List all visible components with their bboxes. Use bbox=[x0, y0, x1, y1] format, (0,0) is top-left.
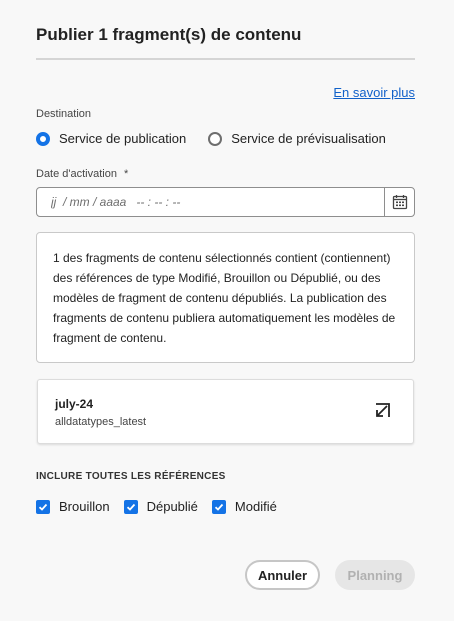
required-asterisk: * bbox=[124, 168, 129, 180]
radio-publish-service-label: Service de publication bbox=[59, 131, 187, 146]
learn-more-link[interactable]: En savoir plus bbox=[333, 85, 415, 100]
open-in-icon bbox=[376, 403, 390, 417]
title-divider bbox=[36, 58, 415, 60]
open-fragment-button[interactable] bbox=[373, 402, 391, 420]
checkmark-icon bbox=[126, 503, 135, 511]
publish-dialog: Publier 1 fragment(s) de contenu En savo… bbox=[0, 0, 454, 621]
destination-radio-group: Service de publication Service de prévis… bbox=[36, 131, 408, 146]
destination-label: Destination bbox=[36, 108, 92, 120]
activation-date-label-text: Date d'activation bbox=[36, 168, 117, 180]
checkbox-unpublished-label: Dépublié bbox=[146, 499, 198, 514]
radio-publish-service[interactable]: Service de publication bbox=[36, 131, 186, 146]
radio-preview-service[interactable]: Service de prévisualisation bbox=[208, 131, 386, 146]
checkbox-unpublished-box bbox=[123, 499, 138, 514]
activation-date-input[interactable] bbox=[37, 188, 384, 216]
schedule-button[interactable]: Planning bbox=[335, 560, 415, 590]
radio-unselected-indicator bbox=[208, 131, 223, 146]
radio-preview-service-label: Service de prévisualisation bbox=[231, 131, 386, 146]
activation-date-label: Date d'activation * bbox=[36, 168, 128, 180]
checkmark-icon bbox=[38, 503, 48, 511]
checkbox-modified-box bbox=[211, 499, 226, 514]
references-checkbox-group: Brouillon Dépublié Modifié bbox=[36, 499, 291, 514]
checkbox-modified[interactable]: Modifié bbox=[211, 499, 277, 514]
activation-date-field bbox=[36, 187, 415, 217]
radio-selected-indicator bbox=[36, 131, 50, 146]
checkbox-draft-box bbox=[36, 499, 50, 514]
checkbox-draft-label: Brouillon bbox=[59, 499, 110, 514]
cancel-button[interactable]: Annuler bbox=[245, 560, 320, 590]
fragment-card: july-24 alldatatypes_latest bbox=[37, 379, 414, 444]
calendar-button[interactable] bbox=[384, 188, 414, 216]
checkmark-icon bbox=[214, 503, 224, 511]
checkbox-draft[interactable]: Brouillon bbox=[36, 499, 110, 514]
fragment-name: july-24 bbox=[55, 397, 94, 411]
fragment-model: alldatatypes_latest bbox=[55, 416, 147, 428]
checkbox-unpublished[interactable]: Dépublié bbox=[123, 499, 198, 514]
include-references-heading: INCLURE TOUTES LES RÉFÉRENCES bbox=[36, 471, 226, 482]
dialog-title: Publier 1 fragment(s) de contenu bbox=[36, 25, 302, 44]
references-info-text: 1 des fragments de contenu sélectionnés … bbox=[53, 251, 396, 345]
calendar-icon bbox=[392, 195, 407, 210]
checkbox-modified-label: Modifié bbox=[234, 499, 277, 514]
references-info-box: 1 des fragments de contenu sélectionnés … bbox=[36, 232, 415, 363]
